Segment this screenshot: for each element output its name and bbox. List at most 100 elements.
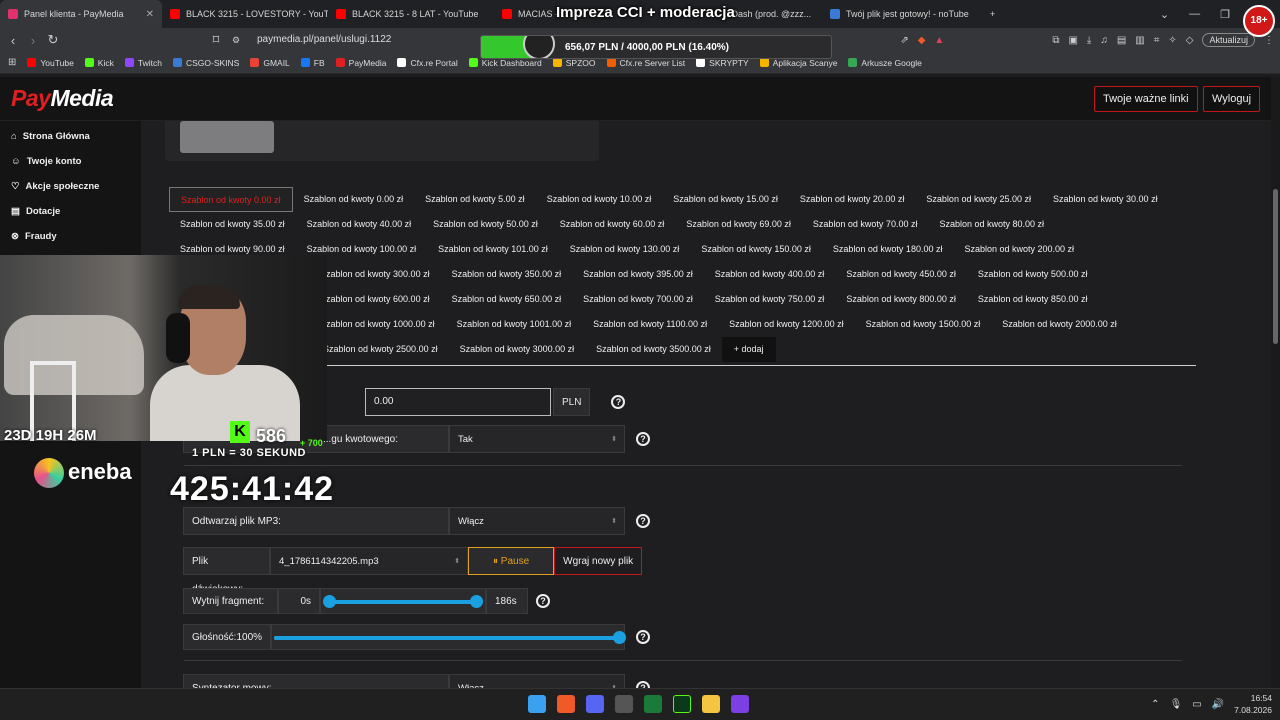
template-button[interactable]: Szablon od kwoty 80.00 zł <box>928 212 1055 237</box>
brave-icon[interactable] <box>557 695 575 713</box>
help-icon[interactable]: ? <box>636 514 650 528</box>
tab-8-lat[interactable]: BLACK 3215 - 8 LAT - YouTube <box>328 0 494 28</box>
important-links-button[interactable]: Twoje ważne linki <box>1094 86 1198 112</box>
template-button[interactable]: Szablon od kwoty 200.00 zł <box>953 237 1085 262</box>
sidebar-item-account[interactable]: ☺ Twoje konto <box>0 149 141 174</box>
cut-slider[interactable] <box>320 588 486 614</box>
template-button[interactable]: Szablon od kwoty 180.00 zł <box>822 237 954 262</box>
paymedia-logo[interactable]: PayMedia <box>11 85 114 112</box>
add-template-button[interactable]: + dodaj <box>721 337 776 362</box>
tab-macias[interactable]: MACIAS - G... <box>494 0 564 28</box>
app-icon[interactable] <box>731 695 749 713</box>
help-icon[interactable]: ? <box>536 594 550 608</box>
tray-chevron-icon[interactable]: ⌃ <box>1151 699 1159 710</box>
template-button[interactable]: Szablon od kwoty 2000.00 zł <box>991 312 1128 337</box>
mp3-select[interactable]: Włącz <box>449 507 625 536</box>
template-button[interactable]: Szablon od kwoty 30.00 zł <box>1042 187 1169 212</box>
bookmark-icon[interactable]: ⌑ <box>206 32 226 48</box>
template-button[interactable]: Szablon od kwoty 1200.00 zł <box>718 312 855 337</box>
template-button[interactable]: Szablon od kwoty 1001.00 zł <box>446 312 583 337</box>
template-button[interactable]: Szablon od kwoty 15.00 zł <box>662 187 789 212</box>
bookmark-item[interactable]: Cfx.re Server List <box>606 58 685 68</box>
help-icon[interactable]: ? <box>636 432 650 446</box>
vpn-icon[interactable]: ◇ <box>1186 35 1194 46</box>
display-icon[interactable]: ▭ <box>1192 699 1201 710</box>
template-button[interactable]: Szablon od kwoty 40.00 zł <box>296 212 423 237</box>
template-button[interactable]: Szablon od kwoty 3000.00 zł <box>449 337 586 362</box>
menu-icon[interactable]: ⋮ <box>1264 35 1274 46</box>
obs-icon[interactable] <box>615 695 633 713</box>
template-button[interactable]: Szablon od kwoty 3500.00 zł <box>585 337 722 362</box>
template-button[interactable]: Szablon od kwoty 450.00 zł <box>835 262 967 287</box>
help-icon[interactable]: ? <box>636 630 650 644</box>
template-button[interactable]: Szablon od kwoty 1500.00 zł <box>855 312 992 337</box>
bookmark-item[interactable]: SPZOO <box>552 58 596 68</box>
template-button[interactable]: Szablon od kwoty 600.00 zł <box>309 287 441 312</box>
screenshot-icon[interactable]: ⌗ <box>1154 35 1160 46</box>
template-button[interactable]: Szablon od kwoty 10.00 zł <box>536 187 663 212</box>
template-button[interactable]: Szablon od kwoty 400.00 zł <box>704 262 836 287</box>
kick-app-icon[interactable] <box>673 695 691 713</box>
rewards-icon[interactable]: ▲ <box>934 35 944 46</box>
template-button[interactable]: Szablon od kwoty 750.00 zł <box>704 287 836 312</box>
template-button[interactable]: Szablon od kwoty 395.00 zł <box>572 262 704 287</box>
template-button[interactable]: Szablon od kwoty 850.00 zł <box>967 287 1099 312</box>
start-icon[interactable] <box>528 695 546 713</box>
template-button-selected[interactable]: Szablon od kwoty 0.00 zł <box>169 187 293 212</box>
bookmark-item[interactable]: Aplikacja Scanye <box>759 58 837 68</box>
bookmark-item[interactable]: Kick <box>84 58 114 68</box>
template-button[interactable]: Szablon od kwoty 350.00 zł <box>441 262 573 287</box>
pause-button[interactable]: ⏸ Pause <box>468 547 555 575</box>
template-button[interactable]: Szablon od kwoty 50.00 zł <box>422 212 549 237</box>
new-tab-button[interactable]: + <box>982 0 1002 28</box>
discord-icon[interactable] <box>586 695 604 713</box>
template-button[interactable]: Szablon od kwoty 35.00 zł <box>169 212 296 237</box>
tab-search-icon[interactable]: ⌄ <box>1160 8 1169 21</box>
scrollbar-thumb[interactable] <box>1273 189 1278 344</box>
share-icon[interactable]: ⇗ <box>900 35 908 46</box>
url-field[interactable]: paymedia.pl/panel/uslugi.1122 <box>257 31 497 49</box>
cut-end-handle[interactable] <box>470 595 483 608</box>
template-button[interactable]: Szablon od kwoty 150.00 zł <box>690 237 822 262</box>
clock[interactable]: 16:54 7.08.2026 <box>1234 692 1272 716</box>
volume-handle[interactable] <box>613 631 626 644</box>
minimize-icon[interactable]: — <box>1189 8 1200 20</box>
template-button[interactable]: Szablon od kwoty 101.00 zł <box>427 237 559 262</box>
template-button[interactable]: Szablon od kwoty 25.00 zł <box>915 187 1042 212</box>
template-button[interactable]: Szablon od kwoty 70.00 zł <box>802 212 929 237</box>
maximize-icon[interactable]: ❐ <box>1220 8 1230 21</box>
update-button[interactable]: Aktualizuj <box>1202 33 1255 47</box>
ai-icon[interactable]: ✧ <box>1168 35 1176 46</box>
wallet-icon[interactable]: ▣ <box>1068 35 1077 46</box>
extensions-icon[interactable]: ⧉ <box>1052 35 1059 46</box>
excel-icon[interactable] <box>644 695 662 713</box>
template-button[interactable]: Szablon od kwoty 300.00 zł <box>309 262 441 287</box>
bookmark-item[interactable]: PayMedia <box>335 58 386 68</box>
template-button[interactable]: Szablon od kwoty 0.00 zł <box>293 187 415 212</box>
sidebar-item-home[interactable]: ⌂ Strona Główna <box>0 124 141 149</box>
bookmark-item[interactable]: GMAIL <box>250 58 290 68</box>
file-explorer-icon[interactable] <box>702 695 720 713</box>
bookmark-item[interactable]: SKRYPTY <box>696 58 749 68</box>
upload-new-file-button[interactable]: Wgraj nowy plik <box>554 547 643 575</box>
apps-grid-icon[interactable]: ⊞ <box>8 57 16 68</box>
amount-input[interactable]: 0.00 <box>365 388 551 416</box>
template-button[interactable]: Szablon od kwoty 1100.00 zł <box>582 312 718 337</box>
sidebar-toggle-icon[interactable]: ▥ <box>1135 35 1144 46</box>
volume-icon[interactable]: 🔊 <box>1212 699 1224 710</box>
threshold-select[interactable]: Tak <box>449 425 625 454</box>
template-button[interactable]: Szablon od kwoty 60.00 zł <box>549 212 676 237</box>
bookmarks-panel-icon[interactable]: ▤ <box>1117 35 1126 46</box>
reload-icon[interactable]: ↻ <box>43 32 63 48</box>
bookmark-item[interactable]: Arkusze Google <box>848 58 922 68</box>
site-info-icon[interactable]: ⚙ <box>226 35 246 46</box>
tab-notube[interactable]: Twój plik jest gotowy! - noTube <box>822 0 982 28</box>
logout-button[interactable]: Wyloguj <box>1203 86 1261 112</box>
back-icon[interactable]: ‹ <box>3 33 23 48</box>
template-button[interactable]: Szablon od kwoty 69.00 zł <box>675 212 802 237</box>
cut-start-handle[interactable] <box>323 595 336 608</box>
music-icon[interactable]: ♫ <box>1100 35 1108 46</box>
bookmark-item[interactable]: Twitch <box>124 58 162 68</box>
brave-shield-icon[interactable]: ◆ <box>918 35 926 46</box>
forward-icon[interactable]: › <box>23 33 43 48</box>
